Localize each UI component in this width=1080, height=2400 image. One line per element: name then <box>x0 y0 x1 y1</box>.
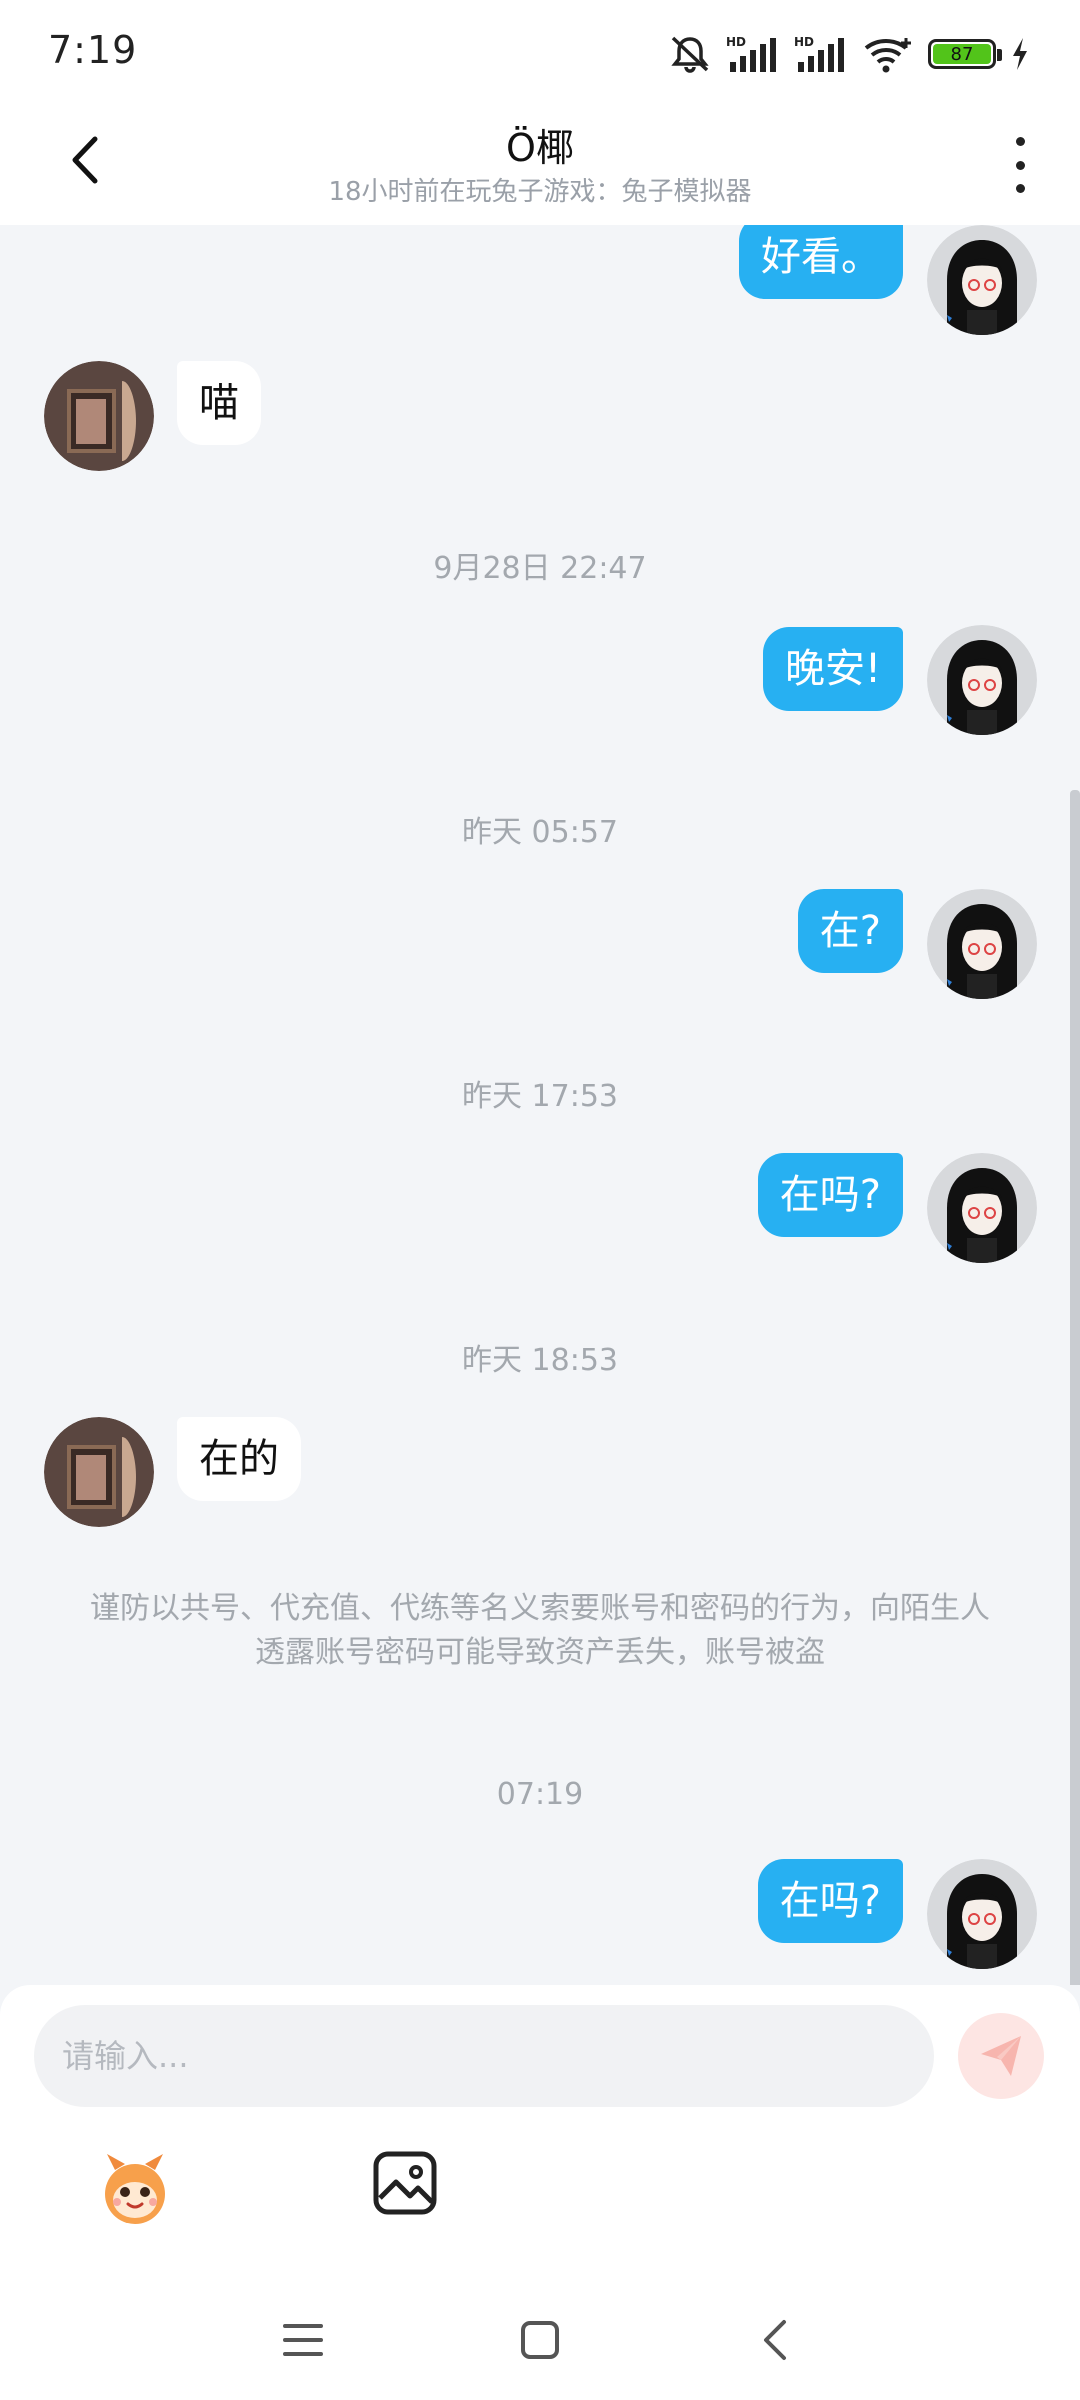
my-avatar[interactable] <box>927 1153 1037 1263</box>
chevron-left-icon <box>764 2320 786 2360</box>
hd-signal-icon: HD <box>794 35 844 72</box>
paper-plane-icon <box>981 2036 1021 2076</box>
my-message-bubble[interactable]: 好看。 <box>739 225 903 299</box>
status-bar: 7:19 HD HD 87 <box>0 0 1080 105</box>
chat-header: Ö椰 18小时前在玩兔子游戏：兔子模拟器 <box>0 105 1080 225</box>
battery-icon: 87 <box>928 39 1002 69</box>
my-avatar[interactable] <box>927 1859 1037 1969</box>
mute-bell-icon <box>671 36 709 73</box>
more-options-button[interactable] <box>1000 133 1040 197</box>
contact-avatar[interactable] <box>44 1417 154 1527</box>
message-timestamp: 昨天 18:53 <box>462 1343 618 1378</box>
more-dot-icon <box>1015 137 1025 146</box>
image-button[interactable] <box>372 2150 438 2216</box>
emoji-button[interactable] <box>95 2150 175 2230</box>
status-icons: HD HD 87 <box>668 30 1030 78</box>
more-dot-icon <box>1015 184 1025 193</box>
message-list[interactable]: 好看。 喵 9月28日 22:47 晚安! 昨天 05:57 在? 昨天 17:… <box>0 225 1080 1985</box>
message-timestamp: 昨天 17:53 <box>462 1079 618 1114</box>
contact-avatar[interactable] <box>44 361 154 471</box>
message-timestamp: 07:19 <box>496 1777 584 1812</box>
menu-lines-icon <box>283 2324 323 2356</box>
charging-icon <box>1013 38 1027 70</box>
svg-text:HD: HD <box>794 35 814 49</box>
send-button[interactable] <box>958 2013 1044 2099</box>
hd-signal-icon: HD <box>726 35 776 72</box>
contact-name[interactable]: Ö椰 <box>0 117 1080 172</box>
my-avatar[interactable] <box>927 625 1037 735</box>
my-avatar[interactable] <box>927 225 1037 335</box>
my-message-bubble[interactable]: 晚安! <box>762 627 903 711</box>
message-timestamp: 昨天 05:57 <box>462 815 618 850</box>
system-nav-bar <box>0 2280 1080 2400</box>
contact-message-bubble[interactable]: 在的 <box>177 1417 301 1501</box>
my-message-bubble[interactable]: 在吗? <box>757 1153 903 1237</box>
svg-text:HD: HD <box>726 35 746 49</box>
my-avatar[interactable] <box>927 889 1037 999</box>
message-composer <box>0 1985 1080 2400</box>
contact-status: 18小时前在玩兔子游戏：兔子模拟器 <box>328 177 752 207</box>
square-icon <box>521 2321 559 2359</box>
my-message-bubble[interactable]: 在吗? <box>757 1859 903 1943</box>
message-input[interactable] <box>34 2005 934 2107</box>
contact-message-bubble[interactable]: 喵 <box>177 361 261 445</box>
wifi-icon <box>864 38 911 73</box>
message-timestamp: 9月28日 22:47 <box>433 551 647 586</box>
security-warning: 谨防以共号、代充值、代练等名义索要账号和密码的行为，向陌生人透露账号密码可能导致… <box>90 1591 990 1670</box>
home-button[interactable] <box>510 2310 570 2370</box>
my-message-bubble[interactable]: 在? <box>797 889 903 973</box>
status-time: 7:19 <box>48 28 138 72</box>
system-back-button[interactable] <box>745 2310 805 2370</box>
recent-apps-button[interactable] <box>273 2310 333 2370</box>
image-icon <box>373 2151 437 2215</box>
more-dot-icon <box>1015 160 1025 170</box>
mascot-emoji-icon <box>105 2154 165 2224</box>
battery-level: 87 <box>933 44 991 65</box>
